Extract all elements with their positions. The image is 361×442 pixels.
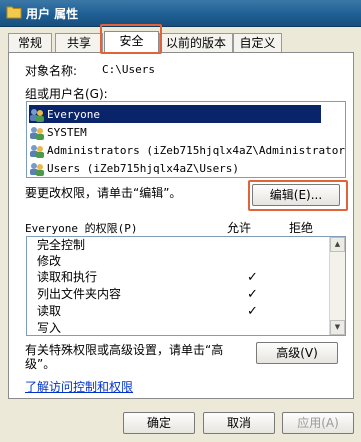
- object-name-value: C:\Users: [102, 63, 155, 76]
- permission-name: 读取和执行: [37, 270, 98, 284]
- permission-row: 读取和执行 ✓: [37, 269, 327, 286]
- permission-name: 完全控制: [37, 238, 86, 252]
- advanced-hint-line2: 级”。: [25, 357, 56, 371]
- list-item[interactable]: Everyone: [29, 105, 321, 123]
- permission-name: 读取: [37, 304, 62, 318]
- permission-row: 读取 ✓: [37, 303, 327, 320]
- list-item[interactable]: Users (iZeb715hjqlx4aZ\Users): [29, 159, 239, 177]
- allow-check-icon: ✓: [247, 270, 258, 285]
- deny-column-header: 拒绝: [289, 221, 314, 235]
- users-group-icon: [30, 162, 44, 176]
- allow-column-header: 允许: [227, 221, 252, 235]
- list-item[interactable]: Administrators (iZeb715hjqlx4aZ\Administ…: [29, 141, 346, 159]
- users-group-icon: [30, 108, 44, 122]
- access-control-help-link[interactable]: 了解访问控制和权限: [25, 378, 133, 395]
- tab-security[interactable]: 安全: [104, 31, 159, 54]
- permission-row: 完全控制: [37, 237, 327, 254]
- users-group-icon: [30, 126, 44, 140]
- permissions-scrollbar[interactable]: ▲ ▼: [329, 237, 345, 335]
- permission-name: 修改: [37, 254, 62, 268]
- allow-check-icon: ✓: [247, 287, 258, 302]
- cancel-button[interactable]: 取消: [203, 412, 275, 434]
- scroll-down-icon[interactable]: ▼: [330, 320, 345, 335]
- object-name-label: 对象名称:: [25, 64, 78, 78]
- user-name: Users (iZeb715hjqlx4aZ\Users): [47, 162, 240, 175]
- permission-row: 列出文件夹内容 ✓: [37, 286, 327, 303]
- tab-previous-versions[interactable]: 以前的版本: [159, 33, 233, 53]
- permission-row: 修改: [37, 253, 327, 270]
- allow-check-icon: ✓: [247, 304, 258, 319]
- folder-icon: [6, 6, 22, 19]
- tab-general[interactable]: 常规: [8, 33, 52, 53]
- permissions-header: Everyone 的权限(P): [25, 222, 138, 235]
- list-item[interactable]: SYSTEM: [29, 123, 87, 141]
- permission-name: 写入: [37, 321, 62, 335]
- ok-button[interactable]: 确定: [123, 412, 195, 434]
- user-name: Administrators (iZeb715hjqlx4aZ\Administ…: [47, 144, 346, 157]
- advanced-button[interactable]: 高级(V): [256, 342, 338, 364]
- tab-customize[interactable]: 自定义: [233, 33, 282, 53]
- users-listbox[interactable]: Everyone SYSTEM Administrators (iZeb715h…: [26, 101, 346, 178]
- title-bar[interactable]: 用户 属性: [0, 0, 361, 27]
- user-name: SYSTEM: [47, 126, 87, 139]
- window-title: 用户 属性: [26, 7, 79, 21]
- edit-button[interactable]: 编辑(E)...: [252, 184, 340, 206]
- tab-sharing[interactable]: 共享: [55, 33, 103, 53]
- permissions-list[interactable]: 完全控制 修改 读取和执行 ✓ 列出文件夹内容 ✓ 读取 ✓ 写入 ▲ ▼: [26, 236, 346, 336]
- users-group-icon: [30, 144, 44, 158]
- group-users-label: 组或用户名(G):: [25, 87, 108, 101]
- apply-button[interactable]: 应用(A): [282, 412, 354, 434]
- change-permission-hint: 要更改权限，请单击“编辑”。: [25, 186, 182, 200]
- user-name: Everyone: [47, 108, 100, 121]
- permission-name: 列出文件夹内容: [37, 287, 122, 301]
- permission-row: 写入: [37, 320, 327, 335]
- scroll-up-icon[interactable]: ▲: [330, 237, 345, 252]
- tab-strip: 常规 共享 安全 以前的版本 自定义: [8, 31, 353, 54]
